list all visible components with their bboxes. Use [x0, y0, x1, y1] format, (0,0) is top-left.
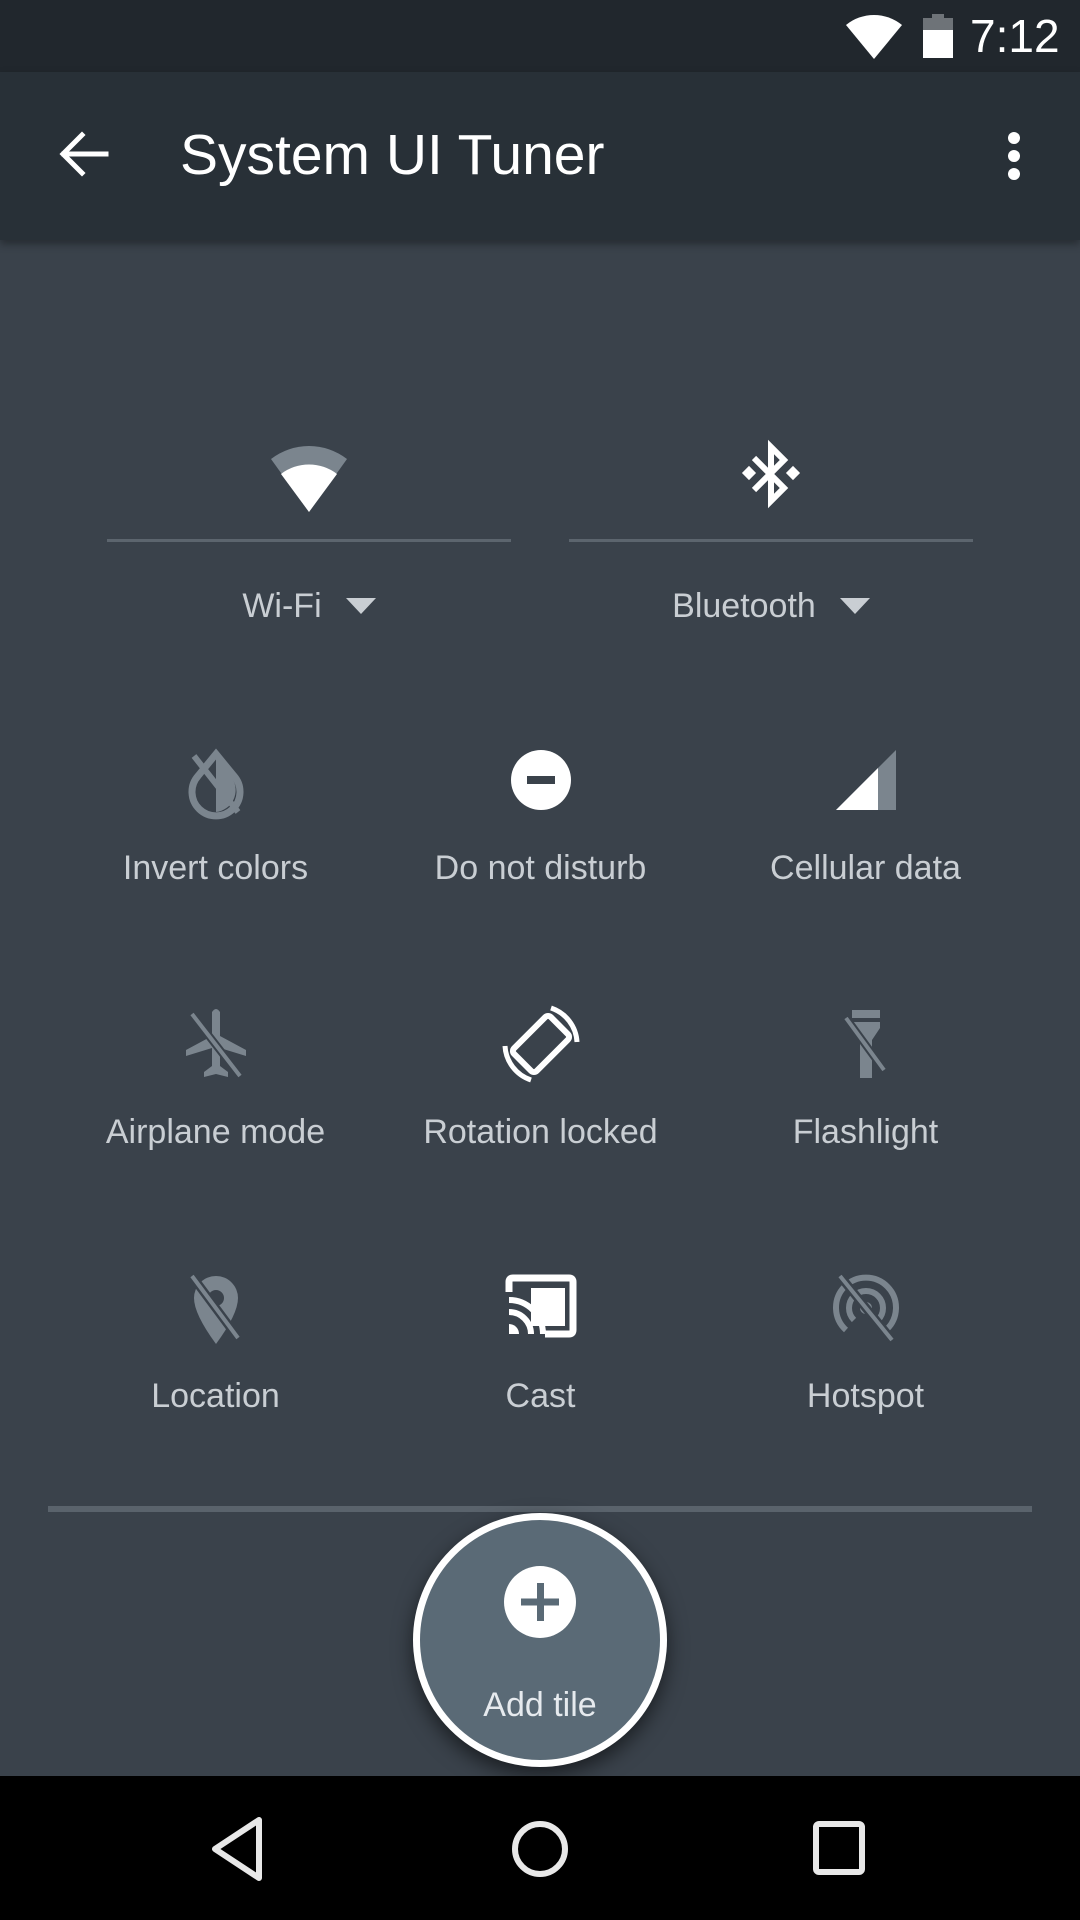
tile-divider — [569, 539, 973, 542]
cellular-signal-icon — [835, 750, 896, 810]
tile-label: Do not disturb — [434, 849, 647, 887]
tile-location[interactable]: Location — [53, 1268, 378, 1468]
tile-label: Cellular data — [770, 849, 961, 887]
drag-zone-divider — [48, 1506, 1032, 1512]
wifi-signal-icon — [846, 15, 902, 59]
tile-do-not-disturb[interactable]: Do not disturb — [378, 740, 703, 940]
add-circle-icon — [504, 1566, 576, 1638]
arrow-back-icon[interactable] — [54, 124, 114, 184]
status-bar: 7:12 — [0, 0, 1080, 72]
tile-rotation-locked[interactable]: Rotation locked — [378, 1004, 703, 1204]
tile-hotspot[interactable]: Hotspot — [703, 1268, 1028, 1468]
tile-label: Cast — [505, 1377, 576, 1415]
flashlight-off-icon — [842, 1010, 887, 1078]
nav-home-icon[interactable] — [495, 1804, 585, 1894]
tile-flashlight[interactable]: Flashlight — [703, 1004, 1028, 1204]
chevron-down-icon — [345, 598, 376, 615]
more-vert-icon[interactable] — [990, 124, 1038, 188]
tile-bluetooth[interactable]: Bluetooth — [569, 420, 973, 640]
tile-label: Invert colors — [122, 849, 309, 887]
do-not-disturb-icon — [510, 750, 571, 810]
wifi-icon — [271, 445, 347, 512]
cast-icon — [505, 1274, 576, 1338]
tile-airplane-mode[interactable]: Airplane mode — [53, 1004, 378, 1204]
tile-label: Location — [151, 1377, 280, 1415]
tile-cast[interactable]: Cast — [378, 1268, 703, 1468]
tile-divider — [107, 539, 511, 542]
tile-invert-colors[interactable]: Invert colors — [53, 740, 378, 940]
nav-back-icon[interactable] — [195, 1804, 285, 1894]
tile-label: Wi-Fi — [242, 587, 322, 626]
airplane-off-icon — [185, 1009, 246, 1079]
toolbar: System UI Tuner — [0, 72, 1080, 240]
tile-label: Flashlight — [792, 1113, 939, 1151]
wifi-dropdown[interactable]: Wi-Fi — [107, 582, 511, 628]
page-title: System UI Tuner — [180, 123, 605, 187]
tile-label: Hotspot — [806, 1377, 925, 1415]
tile-cellular-data[interactable]: Cellular data — [703, 740, 1028, 940]
chevron-down-icon — [839, 598, 870, 615]
tile-label: Rotation locked — [423, 1113, 658, 1151]
clock: 7:12 — [970, 10, 1060, 62]
navigation-bar — [0, 1776, 1080, 1920]
hotspot-off-icon — [832, 1273, 899, 1343]
invert-colors-off-icon — [188, 748, 243, 820]
nav-recents-icon[interactable] — [795, 1804, 885, 1894]
location-off-icon — [187, 1273, 242, 1344]
tile-wifi[interactable]: Wi-Fi — [107, 420, 511, 640]
add-tile-button[interactable]: Add tile — [413, 1513, 667, 1767]
tile-label: Bluetooth — [672, 587, 816, 626]
screen-rotation-icon — [502, 1005, 579, 1083]
tile-label: Airplane mode — [105, 1113, 326, 1151]
bluetooth-icon — [741, 439, 801, 509]
battery-icon — [923, 14, 953, 58]
bluetooth-dropdown[interactable]: Bluetooth — [569, 582, 973, 628]
add-tile-label: Add tile — [483, 1686, 597, 1724]
